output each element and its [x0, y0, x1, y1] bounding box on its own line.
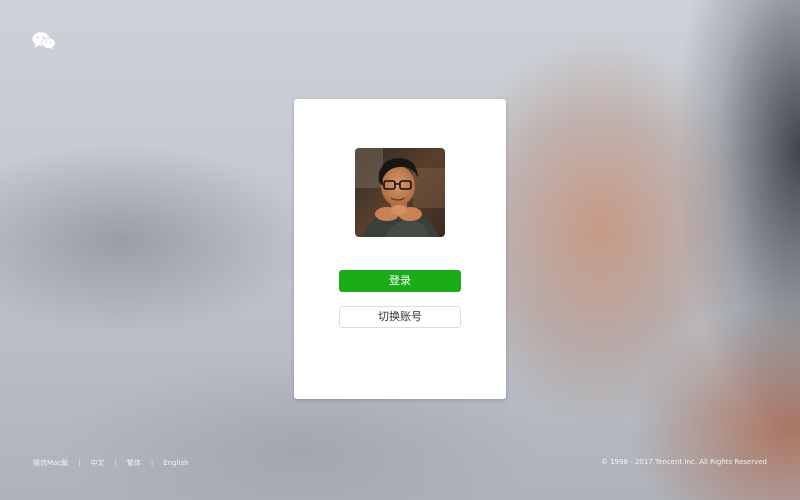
login-button[interactable]: 登录: [339, 270, 461, 292]
copyright-text: © 1998 - 2017 Tencent Inc. All Rights Re…: [600, 458, 767, 466]
switch-account-button[interactable]: 切换账号: [339, 306, 461, 328]
login-screen: 登录 切换账号 微信Mac版 | 中文 | 繁体 | English © 199…: [0, 0, 800, 500]
footer-separator: |: [114, 459, 117, 467]
footer-separator: |: [150, 459, 154, 467]
wechat-logo-icon: [32, 32, 56, 50]
user-avatar: [355, 148, 445, 237]
language-english-link[interactable]: English: [163, 459, 188, 467]
language-links: 微信Mac版 | 中文 | 繁体 | English: [33, 458, 189, 468]
language-chinese-link[interactable]: 中文: [91, 458, 105, 468]
language-traditional-chinese-link[interactable]: 繁体: [127, 458, 141, 468]
login-card: 登录 切换账号: [294, 99, 506, 399]
footer-separator: |: [78, 459, 81, 467]
mac-version-link[interactable]: 微信Mac版: [33, 458, 68, 468]
